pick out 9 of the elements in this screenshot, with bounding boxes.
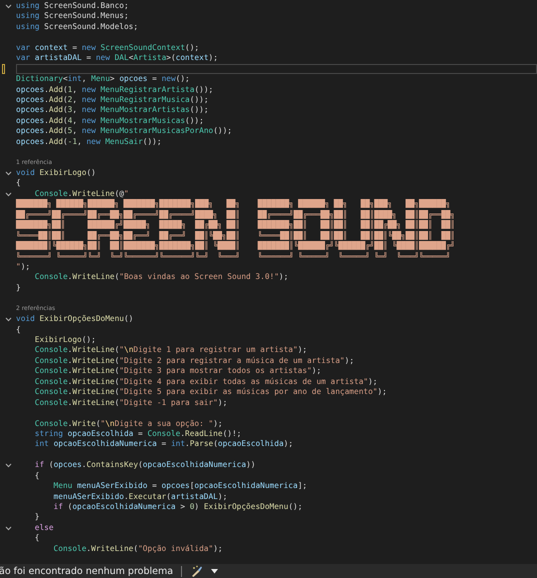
chevron-icon[interactable] — [4, 4, 12, 9]
brush-icon[interactable] — [190, 565, 204, 577]
chevron-icon[interactable] — [4, 192, 12, 197]
caret-icon[interactable] — [211, 568, 218, 574]
cursor-marker — [2, 64, 5, 74]
chevron-icon[interactable] — [4, 462, 12, 468]
chevron-icon[interactable] — [4, 316, 12, 322]
chevron-icon[interactable] — [4, 170, 12, 176]
chevron-icon[interactable] — [4, 526, 12, 531]
